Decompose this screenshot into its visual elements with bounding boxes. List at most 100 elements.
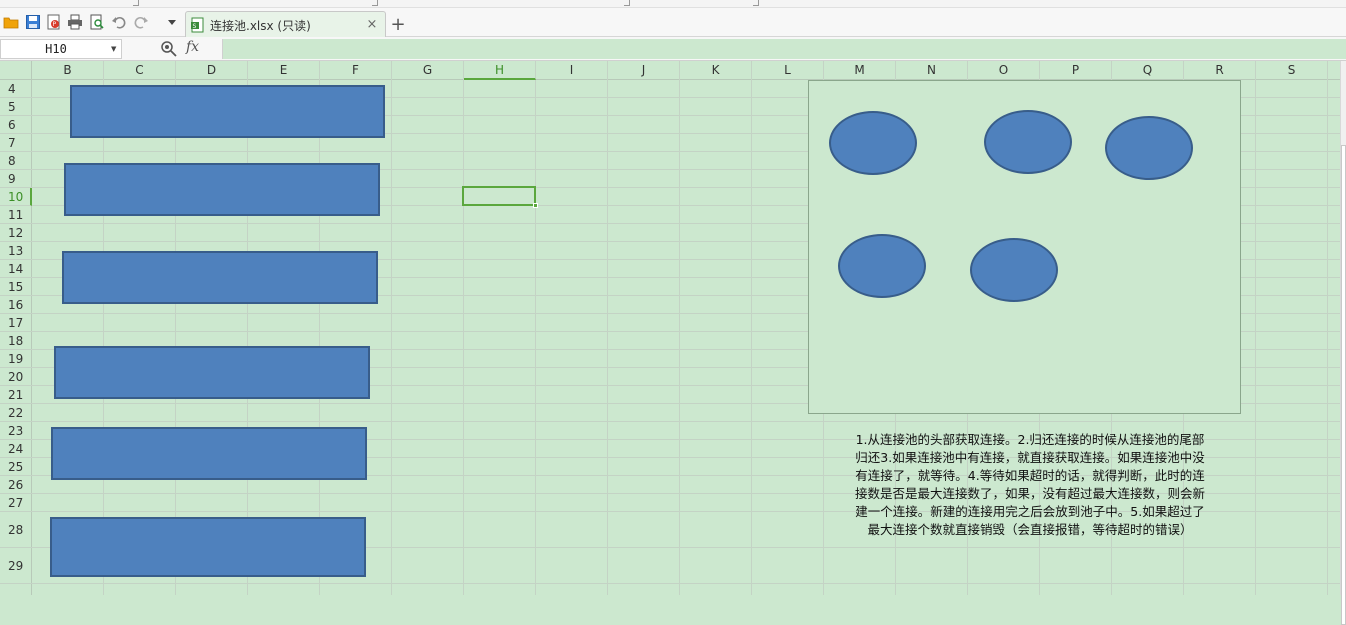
column-header[interactable]: O: [968, 61, 1040, 80]
column-header[interactable]: I: [536, 61, 608, 80]
insert-function-icon[interactable]: fx: [186, 39, 208, 59]
tab-title: 连接池.xlsx (只读): [210, 18, 311, 33]
row-header[interactable]: 27: [0, 494, 32, 512]
tab-workbook[interactable]: S 连接池.xlsx (只读) ×: [185, 11, 386, 38]
shape-rectangle[interactable]: [64, 163, 380, 216]
column-header[interactable]: L: [752, 61, 824, 80]
formula-input[interactable]: [222, 39, 1346, 59]
chevron-down-icon[interactable]: ▼: [111, 45, 121, 53]
row-header[interactable]: 29: [0, 548, 32, 584]
note-textbox[interactable]: 1.从连接池的头部获取连接。2.归还连接的时候从连接池的尾部 归还3.如果连接池…: [810, 431, 1250, 539]
column-header[interactable]: F: [320, 61, 392, 80]
column-gridline: [679, 80, 680, 595]
column-header[interactable]: J: [608, 61, 680, 80]
column-gridline: [391, 80, 392, 595]
row-header[interactable]: 17: [0, 314, 32, 332]
row-header[interactable]: 10: [0, 188, 32, 206]
column-header[interactable]: R: [1184, 61, 1256, 80]
column-header[interactable]: D: [176, 61, 248, 80]
row-header[interactable]: 4: [0, 80, 32, 98]
column-header[interactable]: E: [248, 61, 320, 80]
row-header[interactable]: 11: [0, 206, 32, 224]
row-header[interactable]: 20: [0, 368, 32, 386]
row-header[interactable]: 23: [0, 422, 32, 440]
column-header[interactable]: C: [104, 61, 176, 80]
print-icon[interactable]: [66, 13, 84, 31]
column-header[interactable]: B: [32, 61, 104, 80]
window-top-strip: [0, 0, 1346, 8]
row-header[interactable]: 25: [0, 458, 32, 476]
note-line: 最大连接个数就直接销毁（会直接报错，等待超时的错误）: [867, 522, 1193, 537]
row-header[interactable]: 21: [0, 386, 32, 404]
shape-rectangle[interactable]: [70, 85, 385, 138]
shape-ellipse[interactable]: [829, 111, 917, 175]
note-line: 归还3.如果连接池中有连接，就直接获取连接。如果连接池中没: [855, 450, 1205, 465]
shape-ellipse[interactable]: [1105, 116, 1193, 180]
close-tab-icon[interactable]: ×: [365, 18, 379, 32]
scrollbar-thumb[interactable]: [1341, 145, 1346, 625]
row-header[interactable]: 19: [0, 350, 32, 368]
row-header[interactable]: 5: [0, 98, 32, 116]
column-gridline: [1255, 80, 1256, 595]
row-header[interactable]: 28: [0, 512, 32, 548]
fill-handle[interactable]: [533, 203, 538, 208]
column-header[interactable]: P: [1040, 61, 1112, 80]
row-header[interactable]: 26: [0, 476, 32, 494]
formula-bar: H10 ▼ fx: [0, 37, 1346, 61]
export-pdf-icon[interactable]: P: [45, 13, 63, 31]
note-line: 有连接了，就等待。4.等待如果超时的话，就得判断，此时的连: [855, 468, 1205, 483]
redo-icon[interactable]: [132, 13, 150, 31]
shape-rectangle[interactable]: [51, 427, 367, 480]
row-header[interactable]: 15: [0, 278, 32, 296]
shape-rectangle[interactable]: [62, 251, 378, 304]
shape-ellipse[interactable]: [970, 238, 1058, 302]
new-tab-button[interactable]: +: [389, 16, 407, 35]
print-preview-icon[interactable]: [88, 13, 106, 31]
column-gridline: [463, 80, 464, 595]
shape-ellipse[interactable]: [838, 234, 926, 298]
open-folder-icon[interactable]: [2, 13, 20, 31]
row-header[interactable]: 13: [0, 242, 32, 260]
column-header[interactable]: H: [464, 61, 536, 80]
quick-access-toolbar: P S 连接池.xlsx (只读) × +: [0, 8, 1346, 38]
svg-text:P: P: [53, 21, 57, 28]
row-headers: 4 5 6 7 8 9 10 11 12 13 14 15 16 17 18 19 20 21 22 23 24 25 26…: [0, 80, 32, 595]
row-header[interactable]: 9: [0, 170, 32, 188]
cell-reference: H10: [45, 42, 67, 56]
ribbon-group-marker: [624, 0, 630, 6]
column-header[interactable]: N: [896, 61, 968, 80]
row-header[interactable]: 16: [0, 296, 32, 314]
row-header[interactable]: 14: [0, 260, 32, 278]
note-line: 1.从连接池的头部获取连接。2.归还连接的时候从连接池的尾部: [855, 432, 1205, 447]
row-header[interactable]: 8: [0, 152, 32, 170]
shape-ellipse[interactable]: [984, 110, 1072, 174]
row-header[interactable]: 6: [0, 116, 32, 134]
row-header[interactable]: 7: [0, 134, 32, 152]
column-header[interactable]: G: [392, 61, 464, 80]
undo-icon[interactable]: [110, 13, 128, 31]
row-header[interactable]: 24: [0, 440, 32, 458]
row-gridline: [32, 421, 1340, 422]
column-header[interactable]: K: [680, 61, 752, 80]
spreadsheet-file-icon: S: [191, 17, 204, 33]
note-line: 接数是否是最大连接数了，如果，没有超过最大连接数，则会新: [854, 486, 1205, 501]
select-all-corner[interactable]: [0, 61, 32, 80]
shape-rectangle[interactable]: [54, 346, 370, 399]
ribbon-group-marker: [133, 0, 139, 6]
spreadsheet-grid: BCDEFGHIJKLMNOPQRS 4 5 6 7 8 9 10 11 12 13 14 15 16 1…: [0, 61, 1340, 595]
column-header[interactable]: S: [1256, 61, 1328, 80]
zoom-formula-icon[interactable]: [160, 40, 178, 58]
name-box[interactable]: H10 ▼: [0, 39, 122, 59]
row-header[interactable]: 18: [0, 332, 32, 350]
row-header[interactable]: 22: [0, 404, 32, 422]
column-header[interactable]: Q: [1112, 61, 1184, 80]
cell-area[interactable]: 1.从连接池的头部获取连接。2.归还连接的时候从连接池的尾部 归还3.如果连接池…: [32, 80, 1340, 595]
save-icon[interactable]: [24, 13, 42, 31]
column-gridline: [1327, 80, 1328, 595]
dropdown-icon[interactable]: [163, 13, 181, 31]
column-header[interactable]: M: [824, 61, 896, 80]
row-header[interactable]: 12: [0, 224, 32, 242]
selected-cell[interactable]: [462, 186, 538, 208]
shape-rectangle[interactable]: [50, 517, 366, 577]
vertical-scrollbar[interactable]: [1340, 61, 1346, 625]
